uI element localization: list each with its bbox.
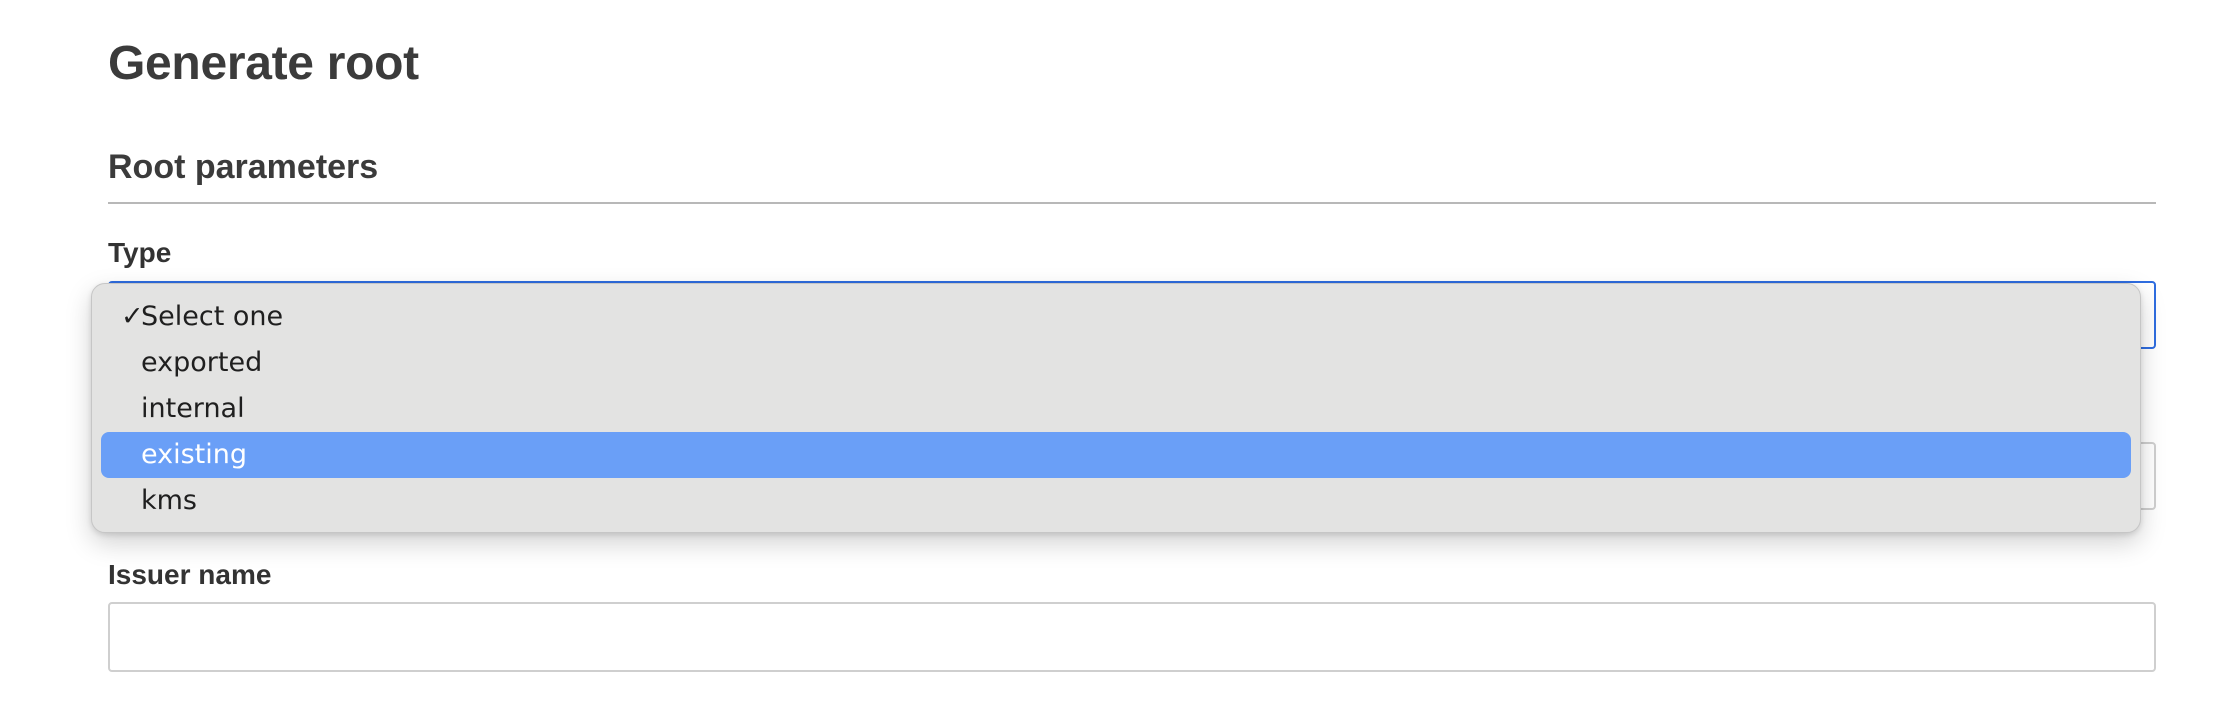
option-label: internal <box>141 393 245 424</box>
option-label: Select one <box>141 301 284 332</box>
option-label: exported <box>141 347 263 378</box>
option-label: existing <box>141 439 248 470</box>
dropdown-option-kms[interactable]: kms <box>101 478 2131 524</box>
dropdown-option-exported[interactable]: exported <box>101 340 2131 386</box>
type-dropdown-menu: ✓ Select one exported internal existing … <box>91 283 2141 533</box>
option-label: kms <box>141 485 198 516</box>
issuer-name-input[interactable] <box>108 602 2156 672</box>
dropdown-option-select-one[interactable]: ✓ Select one <box>101 294 2131 340</box>
section-divider <box>108 202 2156 204</box>
dropdown-option-internal[interactable]: internal <box>101 386 2131 432</box>
page-title: Generate root <box>108 37 419 90</box>
section-title: Root parameters <box>108 148 379 186</box>
issuer-name-label: Issuer name <box>108 559 272 590</box>
type-label: Type <box>108 237 172 268</box>
dropdown-option-existing[interactable]: existing <box>101 432 2131 478</box>
